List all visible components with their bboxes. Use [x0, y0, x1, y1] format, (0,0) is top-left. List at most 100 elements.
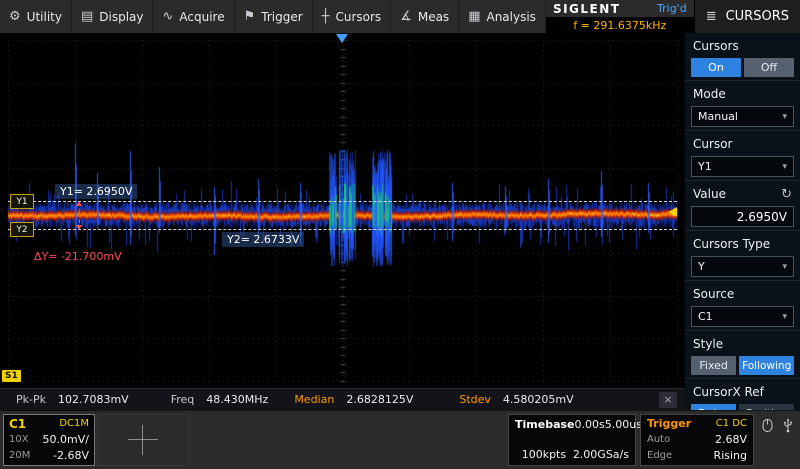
- trigger-level: 2.68V: [715, 433, 747, 447]
- cursor-y2-line[interactable]: [8, 229, 677, 230]
- style-following-button[interactable]: Following: [739, 356, 794, 375]
- style-section-label: Style: [685, 330, 800, 353]
- trigger-source: C1 DC: [716, 417, 747, 431]
- menu-display[interactable]: ▤ Display: [72, 0, 154, 33]
- waveform-canvas: [0, 33, 685, 388]
- menu-trigger-label: Trigger: [261, 10, 302, 24]
- cursors-type-dropdown[interactable]: Y ▾: [691, 256, 794, 277]
- channel-name: C1: [9, 417, 26, 431]
- cursor-select-value: Y1: [698, 160, 712, 173]
- status-bar: C1 DC1M 10X 50.0mV/ 20M -2.68V Timebase …: [0, 410, 800, 469]
- cursorx-ref-section-label: CursorX Ref: [685, 378, 800, 401]
- measurement-stdev: Stdev 4.580205mV: [459, 393, 573, 406]
- measurement-freq: Freq 48.430MHz: [171, 393, 269, 406]
- top-menu-bar: ⚙ Utility ▤ Display ∿ Acquire ⚑ Trigger …: [0, 0, 800, 33]
- channel-level-marker[interactable]: [668, 207, 677, 217]
- timebase-rate: 2.00GSa/s: [573, 448, 629, 462]
- measurement-value: 48.430MHz: [206, 393, 268, 406]
- menu-trigger[interactable]: ⚑ Trigger: [235, 0, 313, 33]
- style-toggle: Fixed Following: [691, 356, 794, 375]
- measure-icon: ∡: [400, 10, 412, 23]
- cursor-section-label: Cursor: [685, 130, 800, 153]
- cursor-y2-readout: Y2= 2.6733V: [222, 232, 304, 247]
- measurement-label: Stdev: [459, 393, 491, 406]
- display-icon: ▤: [81, 10, 93, 23]
- measurement-label: Freq: [171, 393, 195, 406]
- crosshair-icon: [128, 425, 158, 455]
- menu-cursors[interactable]: ┼ Cursors: [313, 0, 392, 33]
- close-measurements-button[interactable]: ×: [659, 392, 677, 408]
- mode-dropdown[interactable]: Manual ▾: [691, 106, 794, 127]
- menu-analysis-label: Analysis: [486, 10, 535, 24]
- chevron-down-icon: ▾: [782, 162, 787, 172]
- usb-icon: [782, 418, 794, 433]
- mode-value: Manual: [698, 110, 738, 123]
- menu-meas-label: Meas: [418, 10, 449, 24]
- cursors-panel: Cursors On Off Mode Manual ▾ Cursor Y1 ▾…: [685, 33, 800, 410]
- timebase-points: 100kpts: [522, 448, 566, 462]
- cursor-y1-tag[interactable]: Y1: [10, 194, 34, 209]
- menu-meas[interactable]: ∡ Meas: [391, 0, 459, 33]
- channel-offset: -2.68V: [53, 449, 89, 463]
- cursors-type-value: Y: [698, 260, 705, 273]
- menu-list-icon: ≣: [706, 9, 717, 24]
- measurement-value: 102.7083mV: [58, 393, 129, 406]
- refresh-icon[interactable]: ↻: [781, 188, 792, 201]
- oscilloscope-screen: ⚙ Utility ▤ Display ∿ Acquire ⚑ Trigger …: [0, 0, 800, 469]
- measurement-bar: Pk-Pk 102.7083mV Freq 48.430MHz Median 2…: [0, 388, 685, 410]
- trigger-slope: Rising: [714, 449, 747, 463]
- channel-c1-box[interactable]: C1 DC1M 10X 50.0mV/ 20M -2.68V: [3, 414, 95, 466]
- menu-utility[interactable]: ⚙ Utility: [0, 0, 72, 33]
- cursor-value-field[interactable]: 2.6950V: [691, 206, 794, 227]
- timebase-label: Timebase: [515, 418, 575, 432]
- chevron-down-icon: ▾: [782, 312, 787, 322]
- trigger-box[interactable]: Trigger C1 DC Auto 2.68V Edge Rising: [640, 414, 754, 466]
- channel-bandwidth: 20M: [9, 449, 30, 463]
- source-dropdown[interactable]: C1 ▾: [691, 306, 794, 327]
- value-section-label: Value ↻: [685, 180, 800, 203]
- channel-coupling: DC1M: [59, 417, 89, 431]
- cursor-select-dropdown[interactable]: Y1 ▾: [691, 156, 794, 177]
- menu-analysis[interactable]: ▦ Analysis: [459, 0, 546, 33]
- analysis-icon: ▦: [468, 10, 480, 23]
- menu-cursors-label: Cursors: [335, 10, 381, 24]
- cursors-on-off-toggle: On Off: [691, 58, 794, 77]
- timebase-box[interactable]: Timebase 0.00s 5.00us/div 100kpts 2.00GS…: [508, 414, 636, 466]
- trigger-mode: Auto: [647, 433, 670, 447]
- menu-acquire[interactable]: ∿ Acquire: [153, 0, 234, 33]
- waveform-display: Y1 Y2 Y1= 2.6950V Y2= 2.6733V ΔY= -21.70…: [0, 33, 685, 388]
- style-fixed-button[interactable]: Fixed: [691, 356, 736, 375]
- mouse-icon: [762, 418, 773, 433]
- menu-display-label: Display: [99, 10, 143, 24]
- chevron-down-icon: ▾: [782, 112, 787, 122]
- cursors-on-button[interactable]: On: [691, 58, 741, 77]
- measurement-pkpk: Pk-Pk 102.7083mV: [16, 393, 129, 406]
- cursor-delta-connector: [79, 203, 80, 228]
- frequency-readout: f = 291.6375kHz: [546, 17, 694, 33]
- trigger-status: Trig'd: [657, 2, 687, 15]
- cursors-cross-icon: ┼: [322, 10, 330, 23]
- cursor-y2-tag[interactable]: Y2: [10, 222, 34, 237]
- acquire-wave-icon: ∿: [162, 10, 173, 23]
- chevron-down-icon: ▾: [782, 262, 787, 272]
- channel-scale: 50.0mV/: [43, 433, 89, 447]
- cursors-off-button[interactable]: Off: [744, 58, 794, 77]
- cursors-type-section-label: Cursors Type: [685, 230, 800, 253]
- corner-status-icons: [762, 418, 794, 433]
- crosshair-zone[interactable]: [97, 414, 189, 466]
- cursor-delta-readout: ΔY= -21.700mV: [30, 249, 126, 264]
- measurement-value: 4.580205mV: [503, 393, 574, 406]
- value-label-text: Value: [693, 187, 726, 201]
- trigger-flag-icon: ⚑: [244, 10, 256, 23]
- cursors-section-label: Cursors: [685, 33, 800, 55]
- source-value: C1: [698, 310, 713, 323]
- measurement-value: 2.6828125V: [346, 393, 413, 406]
- trigger-position-marker[interactable]: [336, 34, 348, 43]
- timebase-delay: 0.00s: [575, 418, 605, 432]
- cursor-y1-readout: Y1= 2.6950V: [55, 184, 137, 199]
- panel-header: ≣ CURSORS: [694, 0, 800, 33]
- brand-logo: SIGLENT: [553, 2, 621, 16]
- segment-badge: S1: [2, 370, 21, 382]
- cursor-y1-line[interactable]: [8, 201, 677, 202]
- measurement-label: Median: [294, 393, 334, 406]
